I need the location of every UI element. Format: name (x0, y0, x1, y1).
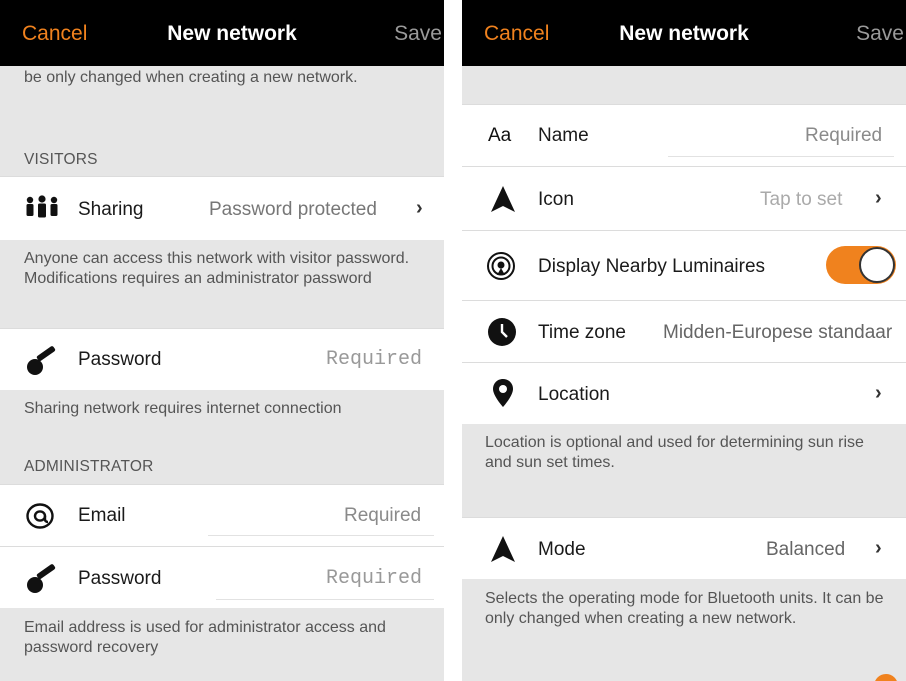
mode-value: Balanced (766, 539, 846, 560)
location-row[interactable]: Location › (462, 362, 906, 424)
chevron-right-icon: › (875, 537, 882, 559)
email-underline (208, 535, 434, 536)
visitor-password-label: Password (78, 349, 162, 370)
chevron-right-icon: › (875, 382, 882, 404)
icon-row[interactable]: Icon Tap to set › (462, 166, 906, 230)
broadcast-icon (487, 252, 515, 280)
admin-password-row: Password Required (0, 546, 444, 608)
sharing-value: Password protected (209, 199, 377, 220)
sharing-row[interactable]: Sharing Password protected › (0, 176, 444, 240)
right-header: Cancel New network Save (462, 0, 906, 66)
administrator-note: Email address is used for administrator … (24, 619, 386, 656)
nearby-luminaires-row: Display Nearby Luminaires (462, 230, 906, 300)
password-note: Sharing network requires internet connec… (24, 400, 342, 417)
key-icon (27, 346, 56, 375)
clock-icon (488, 318, 516, 346)
chevron-right-icon: › (416, 197, 423, 219)
icon-value: Tap to set (760, 189, 843, 210)
mode-row[interactable]: Mode Balanced › (462, 517, 906, 579)
password-underline (216, 599, 434, 600)
mode-label: Mode (538, 539, 586, 560)
page-title: New network (167, 22, 297, 45)
next-toggle-peek (874, 674, 898, 681)
timezone-label: Time zone (538, 322, 626, 343)
name-row: Aa Name Required (462, 104, 906, 166)
visitors-section-header: VISITORS (24, 151, 98, 168)
mode-note: Selects the operating mode for Bluetooth… (485, 590, 884, 627)
save-button[interactable]: Save (394, 22, 442, 46)
name-input[interactable]: Required (805, 125, 882, 147)
divider (444, 0, 462, 681)
sharing-note: Anyone can access this network with visi… (24, 250, 410, 287)
chevron-right-icon: › (875, 187, 882, 209)
navigation-arrow-icon (491, 186, 515, 212)
right-screen: Cancel New network Save Aa Name Required… (462, 0, 906, 681)
location-note: Location is optional and used for determ… (485, 434, 864, 471)
timezone-row[interactable]: Time zone Midden-Europese standaar (462, 300, 906, 362)
email-row: Email Required (0, 484, 444, 546)
location-pin-icon (493, 379, 513, 407)
left-header: Cancel New network Save (0, 0, 444, 66)
text-format-icon: Aa (488, 125, 512, 146)
nearby-label: Display Nearby Luminaires (538, 256, 766, 277)
visitor-password-row: Password Required (0, 328, 444, 390)
at-icon (26, 503, 54, 529)
left-screen: Cancel New network Save be only changed … (0, 0, 444, 681)
administrator-section-header: ADMINISTRATOR (24, 458, 154, 475)
sharing-label: Sharing (78, 199, 144, 220)
visitor-password-input[interactable]: Required (326, 348, 422, 371)
name-label: Name (538, 125, 589, 146)
name-underline (668, 156, 894, 157)
icon-label: Icon (538, 189, 574, 210)
mode-note-tail: be only changed when creating a new netw… (24, 69, 358, 86)
email-label: Email (78, 505, 126, 526)
people-icon (26, 195, 58, 218)
nearby-toggle[interactable] (826, 246, 896, 284)
navigation-arrow-icon (491, 536, 515, 562)
toggle-knob (859, 247, 895, 283)
timezone-value: Midden-Europese standaar (663, 322, 893, 343)
admin-password-label: Password (78, 568, 162, 589)
key-icon (27, 564, 56, 593)
location-label: Location (538, 384, 610, 405)
email-input[interactable]: Required (344, 505, 421, 527)
admin-password-input[interactable]: Required (326, 567, 422, 590)
save-button[interactable]: Save (856, 22, 904, 46)
page-title: New network (619, 22, 749, 45)
